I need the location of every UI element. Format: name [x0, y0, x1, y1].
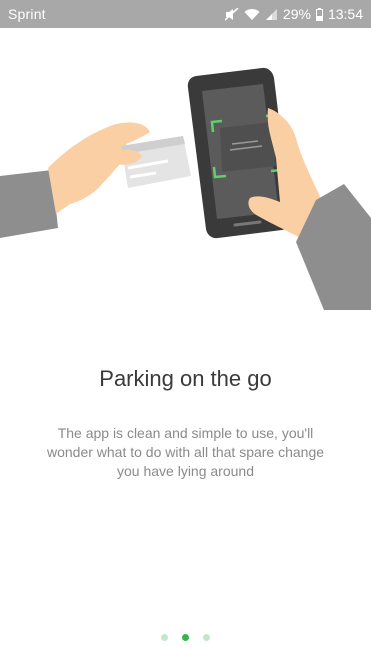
battery-percent: 29% — [282, 6, 311, 22]
battery-icon — [315, 7, 323, 21]
clock: 13:54 — [327, 6, 363, 22]
card-scan-illustration — [0, 28, 371, 310]
page-indicator — [0, 634, 371, 641]
page-dot-2-active[interactable] — [182, 634, 189, 641]
page-dot-3[interactable] — [203, 634, 210, 641]
page-dot-1[interactable] — [161, 634, 168, 641]
carrier-name: Sprint — [8, 6, 46, 22]
mute-icon — [224, 7, 239, 21]
signal-icon — [265, 8, 278, 21]
page-description: The app is clean and simple to use, you'… — [46, 425, 325, 479]
wifi-icon — [244, 8, 260, 21]
page-title: Parking on the go — [99, 366, 272, 391]
status-bar: Sprint 29% 13:54 — [0, 0, 371, 28]
left-sleeve — [0, 170, 58, 238]
status-icons: 29% 13:54 — [224, 6, 363, 22]
